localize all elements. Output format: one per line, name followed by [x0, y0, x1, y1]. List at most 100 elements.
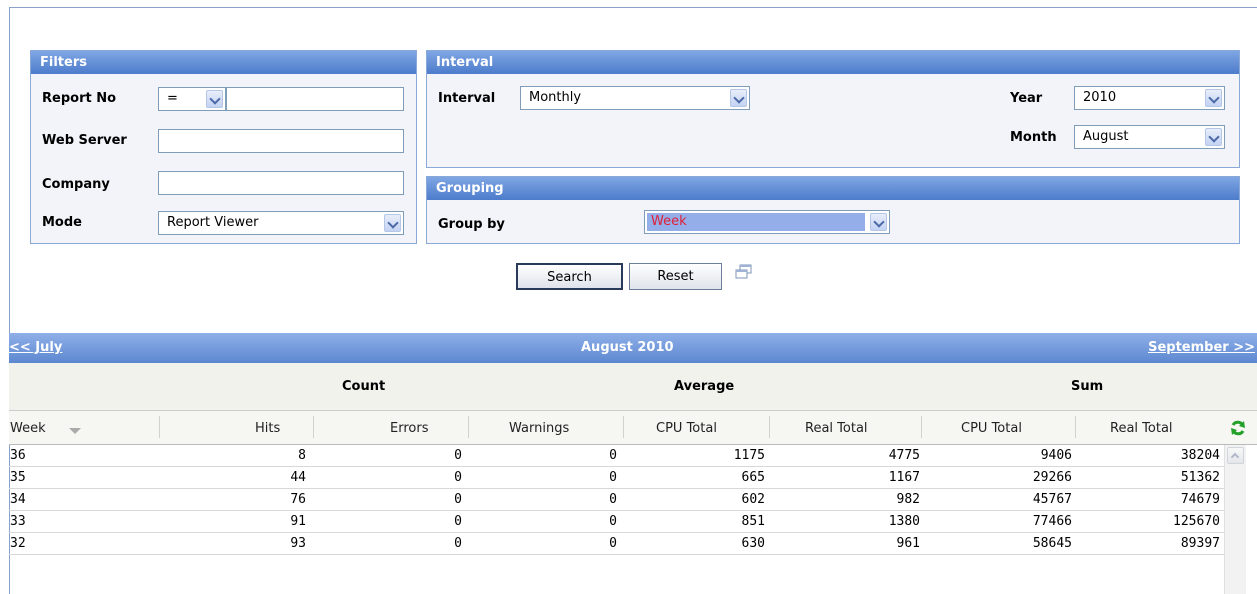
- year-label: Year: [1010, 91, 1043, 106]
- grid-group-header: Count Average Sum: [9, 363, 1257, 411]
- column-header-week[interactable]: Week: [10, 421, 46, 436]
- scroll-up-button[interactable]: [1227, 447, 1244, 464]
- chevron-down-icon: [206, 90, 223, 108]
- popout-window-icon[interactable]: [735, 264, 753, 280]
- cell-hits: 93: [290, 536, 306, 551]
- year-select[interactable]: 2010: [1074, 86, 1225, 110]
- filters-panel: Filters Report No = Web Server Company M…: [30, 50, 417, 244]
- cell-average-real-total: 961: [896, 536, 920, 551]
- filters-title: Filters: [31, 51, 416, 74]
- cell-average-cpu-total: 630: [741, 536, 765, 551]
- reset-button[interactable]: Reset: [629, 263, 722, 290]
- sort-descending-icon: [69, 428, 81, 434]
- report-no-operator-select[interactable]: =: [158, 87, 226, 111]
- table-row[interactable]: 33 91 0 0 851 1380 77466 125670: [9, 511, 1224, 533]
- cell-average-real-total: 4775: [888, 448, 920, 463]
- cell-sum-cpu-total: 29266: [1032, 470, 1072, 485]
- column-header-average-real-total[interactable]: Real Total: [805, 421, 868, 436]
- chevron-down-icon: [1205, 128, 1222, 146]
- cell-sum-real-total: 89397: [1180, 536, 1220, 551]
- group-by-label: Group by: [438, 217, 505, 232]
- interval-value: Monthly: [529, 90, 582, 105]
- column-header-sum-real-total[interactable]: Real Total: [1110, 421, 1173, 436]
- company-label: Company: [42, 177, 110, 192]
- mode-label: Mode: [42, 215, 82, 230]
- cell-sum-real-total: 51362: [1180, 470, 1220, 485]
- cell-errors: 0: [454, 536, 462, 551]
- cell-sum-real-total: 125670: [1173, 514, 1220, 529]
- web-server-label: Web Server: [42, 133, 127, 148]
- table-row[interactable]: 35 44 0 0 665 1167 29266 51362: [9, 467, 1224, 489]
- report-no-operator-value: =: [167, 91, 178, 106]
- group-by-value: Week: [647, 213, 865, 231]
- month-label: Month: [1010, 130, 1057, 145]
- chevron-down-icon: [870, 213, 887, 231]
- cell-average-cpu-total: 665: [741, 470, 765, 485]
- column-header-warnings[interactable]: Warnings: [509, 421, 569, 436]
- cell-average-cpu-total: 1175: [733, 448, 765, 463]
- month-value: August: [1083, 129, 1129, 144]
- cell-warnings: 0: [609, 448, 617, 463]
- chevron-down-icon: [730, 89, 747, 107]
- mode-value: Report Viewer: [167, 215, 259, 230]
- table-row[interactable]: 32 93 0 0 630 961 58645 89397: [9, 533, 1224, 555]
- cell-warnings: 0: [609, 492, 617, 507]
- cell-warnings: 0: [609, 514, 617, 529]
- interval-panel: Interval Interval Monthly Year 2010 Mont…: [426, 50, 1240, 168]
- column-header-hits[interactable]: Hits: [255, 421, 280, 436]
- next-month-link[interactable]: September >>: [1148, 340, 1255, 355]
- report-no-input[interactable]: [226, 87, 404, 111]
- sum-group-header: Sum: [1071, 379, 1104, 394]
- grouping-panel: Grouping Group by Week: [426, 176, 1240, 244]
- column-header-errors[interactable]: Errors: [390, 421, 428, 436]
- web-server-input[interactable]: [158, 129, 404, 153]
- group-by-select[interactable]: Week: [644, 210, 890, 234]
- table-row[interactable]: 34 76 0 0 602 982 45767 74679: [9, 489, 1224, 511]
- company-input[interactable]: [158, 171, 404, 195]
- cell-warnings: 0: [609, 536, 617, 551]
- cell-average-real-total: 1380: [888, 514, 920, 529]
- cell-week: 35: [10, 470, 26, 485]
- previous-month-link[interactable]: << July: [9, 340, 62, 355]
- cell-hits: 91: [290, 514, 306, 529]
- chevron-down-icon: [1205, 89, 1222, 107]
- cell-hits: 44: [290, 470, 306, 485]
- cell-warnings: 0: [609, 470, 617, 485]
- cell-week: 34: [10, 492, 26, 507]
- cell-sum-cpu-total: 77466: [1032, 514, 1072, 529]
- cell-errors: 0: [454, 470, 462, 485]
- cell-errors: 0: [454, 492, 462, 507]
- cell-sum-cpu-total: 9406: [1040, 448, 1072, 463]
- cell-sum-cpu-total: 58645: [1032, 536, 1072, 551]
- grid-column-header: Week Hits Errors Warnings CPU Total Real…: [9, 411, 1257, 445]
- grouping-title: Grouping: [427, 177, 1239, 200]
- year-value: 2010: [1083, 90, 1117, 105]
- cell-average-cpu-total: 602: [741, 492, 765, 507]
- chevron-up-icon: [1230, 452, 1240, 462]
- vertical-scrollbar[interactable]: [1224, 445, 1246, 594]
- month-select[interactable]: August: [1074, 125, 1225, 149]
- refresh-icon[interactable]: [1230, 420, 1246, 436]
- cell-errors: 0: [454, 514, 462, 529]
- interval-label: Interval: [438, 91, 496, 106]
- cell-sum-cpu-total: 45767: [1032, 492, 1072, 507]
- count-group-header: Count: [342, 379, 386, 394]
- month-navigation-bar: << July August 2010 September >>: [9, 333, 1257, 363]
- current-month-title: August 2010: [581, 340, 674, 355]
- cell-week: 33: [10, 514, 26, 529]
- cell-sum-real-total: 38204: [1180, 448, 1220, 463]
- cell-sum-real-total: 74679: [1180, 492, 1220, 507]
- cell-week: 32: [10, 536, 26, 551]
- search-button[interactable]: Search: [516, 263, 623, 290]
- interval-select[interactable]: Monthly: [520, 86, 750, 110]
- cell-week: 36: [10, 448, 26, 463]
- cell-hits: 8: [298, 448, 306, 463]
- table-row[interactable]: 36 8 0 0 1175 4775 9406 38204: [9, 445, 1224, 467]
- column-header-sum-cpu-total[interactable]: CPU Total: [961, 421, 1022, 436]
- interval-title: Interval: [427, 51, 1239, 74]
- chevron-down-icon: [384, 214, 401, 232]
- mode-select[interactable]: Report Viewer: [158, 211, 404, 235]
- report-no-label: Report No: [42, 91, 117, 106]
- column-header-average-cpu-total[interactable]: CPU Total: [656, 421, 717, 436]
- cell-average-real-total: 1167: [888, 470, 920, 485]
